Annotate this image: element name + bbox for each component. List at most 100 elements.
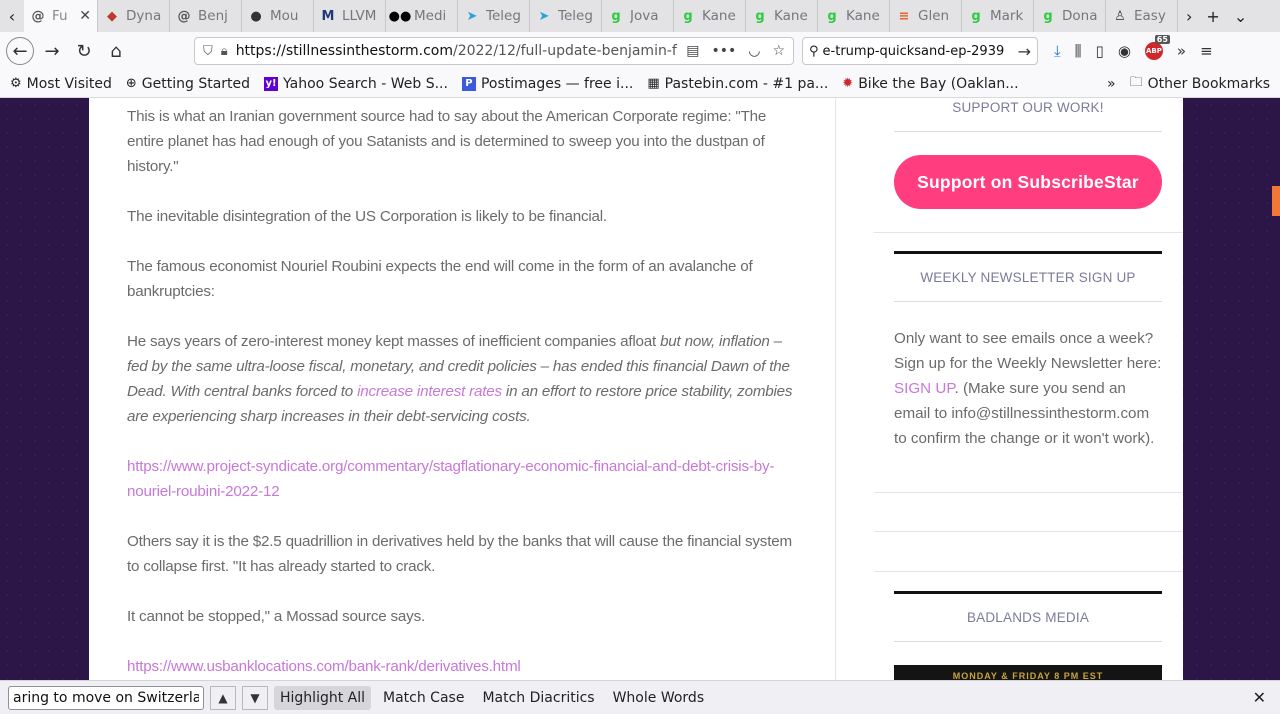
tab-title: Jova xyxy=(630,8,659,24)
article-paragraph: It cannot be stopped," a Mossad source s… xyxy=(127,608,425,625)
other-bookmarks[interactable]: 🗀︎ Other Bookmarks xyxy=(1130,73,1270,95)
browser-tab[interactable]: g Dona xyxy=(1034,0,1106,32)
bookmark-yahoo[interactable]: y! Yahoo Search - Web S... xyxy=(264,76,448,92)
reader-view-icon[interactable]: ▤ xyxy=(686,43,699,59)
newsletter-heading: WEEKLY NEWSLETTER SIGN UP xyxy=(920,270,1136,285)
tab-scroll-left-button[interactable]: ‹ xyxy=(0,0,24,32)
page-scrollbar[interactable] xyxy=(1270,98,1280,680)
subscribestar-button[interactable]: Support on SubscribeStar xyxy=(894,155,1162,209)
adblock-count-badge: 65 xyxy=(1154,35,1170,44)
find-close-icon[interactable]: ✕ xyxy=(1253,688,1272,707)
bookmark-label: Yahoo Search - Web S... xyxy=(283,75,448,92)
url-text[interactable]: https://stillnessinthestorm.com/2022/12/… xyxy=(236,43,679,59)
tab-strip: ‹ @ Fu ✕ ◆ Dyna @ Benj ● Mou M LLVM ●● Medi ➤ Teleg ➤ Te… xyxy=(0,0,1280,32)
new-tab-button[interactable]: + xyxy=(1206,7,1219,26)
browser-tab[interactable]: g Kane xyxy=(746,0,818,32)
find-next-button[interactable]: ▼ xyxy=(242,685,268,710)
folder-icon: 🗀︎ xyxy=(1129,74,1143,90)
url-host: https://stillnessinthestorm.com xyxy=(235,43,453,59)
browser-tab[interactable]: g Kane xyxy=(674,0,746,32)
g-icon: g xyxy=(971,8,981,24)
tracking-shield-icon[interactable]: ⛉ xyxy=(203,44,213,59)
bookmark-star-icon[interactable]: ☆ xyxy=(772,43,785,59)
browser-tab[interactable]: M LLVM xyxy=(314,0,386,32)
page-actions-menu-icon[interactable]: ••• xyxy=(711,43,736,59)
sidebar-section-divider xyxy=(874,571,1182,572)
bookmark-label: Pastebin.com - #1 pa... xyxy=(664,75,829,92)
bike-icon: ✹ xyxy=(842,76,854,91)
mps-icon: M xyxy=(321,8,335,24)
browser-tab[interactable]: @ Benj xyxy=(170,0,242,32)
g-icon: g xyxy=(1043,8,1053,24)
page-scrollbar-thumb[interactable] xyxy=(1272,186,1280,216)
address-bar[interactable]: ⛉ 🔒︎ https://stillnessinthestorm.com/202… xyxy=(194,37,794,65)
tab-close-icon[interactable]: ✕ xyxy=(79,8,91,24)
home-button[interactable]: ⌂ xyxy=(102,37,130,65)
reload-button[interactable]: ↻ xyxy=(70,37,98,65)
sidebar-section-divider xyxy=(874,232,1182,233)
bookmarks-overflow-icon[interactable]: » xyxy=(1107,76,1116,92)
browser-tab[interactable]: ◆ Dyna xyxy=(98,0,170,32)
tab-strip-controls: › + ⌄ xyxy=(1178,0,1247,32)
navigation-toolbar: ← → ↻ ⌂ ⛉ 🔒︎ https://stillnessinthestorm… xyxy=(0,32,1280,70)
downloads-icon[interactable]: ⤓ xyxy=(1054,42,1061,60)
adblock-plus-icon[interactable]: ABP 65 xyxy=(1144,35,1170,60)
article-paragraph: The inevitable disintegration of the US … xyxy=(127,208,607,225)
tab-scroll-right-button[interactable]: › xyxy=(1186,7,1192,26)
bookmark-bike-the-bay[interactable]: ✹ Bike the Bay (Oaklan... xyxy=(842,76,1018,92)
whole-words-toggle[interactable]: Whole Words xyxy=(607,686,711,710)
browser-tab[interactable]: ♙ Easy xyxy=(1106,0,1178,32)
search-go-arrow-icon[interactable]: → xyxy=(1018,42,1031,61)
browser-tab[interactable]: g Jova xyxy=(602,0,674,32)
browser-tab[interactable]: ➤ Teleg xyxy=(530,0,602,32)
tab-list-menu-button[interactable]: ⌄ xyxy=(1234,7,1247,26)
search-bar[interactable]: ⚲ → xyxy=(802,37,1038,65)
highlight-all-toggle[interactable]: Highlight All xyxy=(274,685,372,710)
article-text: He says years of zero-interest money kep… xyxy=(127,333,661,350)
forward-button[interactable]: → xyxy=(38,37,66,65)
back-button[interactable]: ← xyxy=(6,37,34,65)
badlands-media-banner[interactable]: MONDAY & FRIDAY 8 PM EST xyxy=(894,665,1162,680)
bookmark-postimages[interactable]: P Postimages — free i... xyxy=(461,76,633,92)
search-icon: ⚲ xyxy=(809,43,819,59)
library-icon[interactable]: ⫼ xyxy=(1075,42,1082,60)
page-content: This is what an Iranian government sourc… xyxy=(89,98,1183,680)
overflow-menu-icon[interactable]: » xyxy=(1177,42,1186,60)
g-icon: g xyxy=(683,8,693,24)
browser-tab[interactable]: ●● Medi xyxy=(386,0,458,32)
search-input[interactable] xyxy=(822,43,1014,59)
match-diacritics-toggle[interactable]: Match Diacritics xyxy=(476,686,600,710)
bookmark-pastebin[interactable]: ▦ Pastebin.com - #1 pa... xyxy=(647,76,828,92)
yahoo-icon: y! xyxy=(264,76,279,91)
newsletter-sign-up-link[interactable]: SIGN UP xyxy=(894,380,955,397)
pocket-icon[interactable]: ◡ xyxy=(748,43,760,59)
account-icon[interactable]: ◉ xyxy=(1118,42,1131,60)
usbanklocations-link[interactable]: https://www.usbanklocations.com/bank-ran… xyxy=(127,658,521,675)
browser-tab[interactable]: g Kane xyxy=(818,0,890,32)
telegram-icon: ➤ xyxy=(538,8,550,24)
project-syndicate-link[interactable]: https://www.project-syndicate.org/commen… xyxy=(127,458,774,500)
article-paragraph: Others say it is the $2.5 quadrillion in… xyxy=(127,533,792,575)
browser-tab[interactable]: ≡ Glen xyxy=(890,0,962,32)
sidebar-icon[interactable]: ▯ xyxy=(1096,42,1104,60)
match-case-toggle[interactable]: Match Case xyxy=(377,686,470,710)
tab-title: Teleg xyxy=(558,8,593,24)
lock-icon[interactable]: 🔒︎ xyxy=(221,44,228,59)
support-divider xyxy=(894,131,1162,132)
tab-title: Medi xyxy=(414,8,447,24)
browser-tab[interactable]: g Mark xyxy=(962,0,1034,32)
bookmark-getting-started[interactable]: ⊕ Getting Started xyxy=(126,76,250,92)
badlands-top-rule xyxy=(894,591,1162,594)
find-field-wrapper[interactable] xyxy=(8,685,204,710)
medium-icon: ●● xyxy=(388,8,412,24)
browser-tab[interactable]: ● Mou xyxy=(242,0,314,32)
hamburger-menu-icon[interactable]: ≡ xyxy=(1200,42,1213,60)
bookmark-most-visited[interactable]: ⚙ Most Visited xyxy=(10,76,112,92)
browser-tab[interactable]: @ Fu ✕ xyxy=(24,0,98,32)
increase-interest-rates-link[interactable]: increase interest rates xyxy=(357,383,502,400)
find-previous-button[interactable]: ▲ xyxy=(210,685,236,710)
find-input[interactable] xyxy=(13,689,199,706)
browser-tab[interactable]: ➤ Teleg xyxy=(458,0,530,32)
tab-title: Dona xyxy=(1062,8,1098,24)
find-bar: ▲ ▼ Highlight All Match Case Match Diacr… xyxy=(0,680,1280,714)
